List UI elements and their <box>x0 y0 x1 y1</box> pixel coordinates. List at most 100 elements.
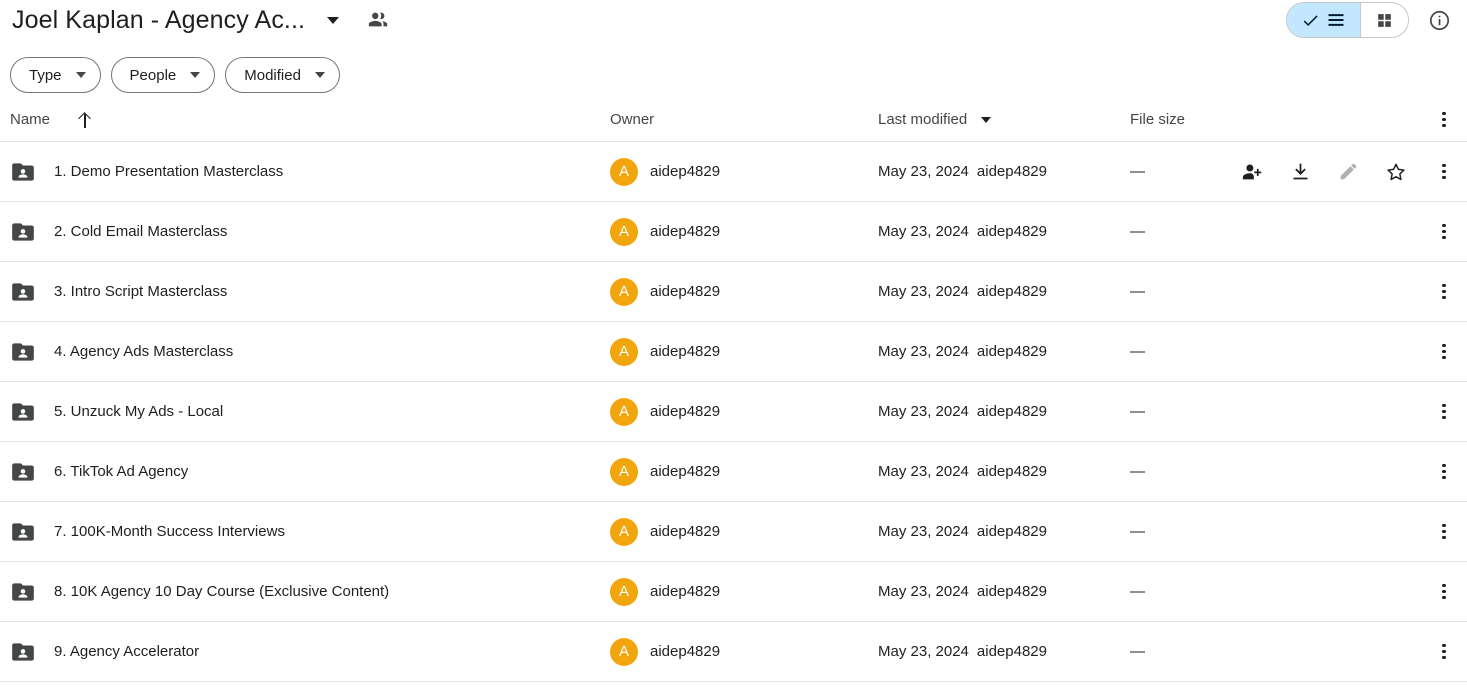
more-vertical-icon[interactable] <box>1429 157 1459 187</box>
kebab-dot <box>1442 223 1446 227</box>
kebab-dot <box>1442 169 1446 174</box>
table-row[interactable]: 4. Agency Ads Masterclass A aidep4829 Ma… <box>0 322 1467 382</box>
file-size-label: — <box>1130 643 1145 660</box>
title-group: Joel Kaplan - Agency Ac... <box>10 3 395 37</box>
more-vertical-icon[interactable] <box>1429 397 1459 427</box>
list-view-icon <box>1328 14 1344 26</box>
more-vertical-icon[interactable] <box>1429 517 1459 547</box>
modified-by-label: aidep4829 <box>976 343 1047 360</box>
table-row[interactable]: 9. Agency Accelerator A aidep4829 May 23… <box>0 622 1467 682</box>
more-vertical-icon[interactable] <box>1429 577 1459 607</box>
cell-last-modified: May 23, 2024 aidep4829 <box>878 223 1130 240</box>
chevron-down-icon[interactable] <box>319 6 347 34</box>
table-row[interactable]: 5. Unzuck My Ads - Local A aidep4829 May… <box>0 382 1467 442</box>
chevron-down-icon <box>75 72 86 78</box>
info-icon[interactable] <box>1421 2 1457 38</box>
modified-date-label: May 23, 2024 <box>878 463 969 480</box>
cell-row-actions <box>1235 577 1467 607</box>
cell-last-modified: May 23, 2024 aidep4829 <box>878 163 1130 180</box>
table-row[interactable]: 7. 100K-Month Success Interviews A aidep… <box>0 502 1467 562</box>
modified-by-label: aidep4829 <box>976 403 1047 420</box>
column-header-last-modified[interactable]: Last modified <box>878 111 1130 128</box>
more-vertical-icon[interactable] <box>1429 337 1459 367</box>
cell-file-name: 6. TikTok Ad Agency <box>10 459 610 485</box>
more-vertical-icon[interactable] <box>1429 277 1459 307</box>
modified-date-label: May 23, 2024 <box>878 403 969 420</box>
column-header-file-size[interactable]: File size <box>1130 111 1235 128</box>
modified-by-label: aidep4829 <box>976 463 1047 480</box>
list-view-button[interactable] <box>1287 3 1360 37</box>
modified-by-label: aidep4829 <box>976 163 1047 180</box>
cell-last-modified: May 23, 2024 aidep4829 <box>878 643 1130 660</box>
grid-view-icon <box>1378 13 1391 27</box>
kebab-dot <box>1442 283 1446 287</box>
top-bar-right-controls <box>1286 0 1457 40</box>
grid-view-button[interactable] <box>1361 3 1408 37</box>
kebab-dot <box>1442 656 1446 660</box>
kebab-dot <box>1442 236 1446 240</box>
cell-row-actions <box>1235 157 1467 187</box>
file-name-label: 8. 10K Agency 10 Day Course (Exclusive C… <box>54 583 390 600</box>
page-title: Joel Kaplan - Agency Ac... <box>12 6 306 34</box>
file-size-label: — <box>1130 223 1145 240</box>
table-row[interactable]: 3. Intro Script Masterclass A aidep4829 … <box>0 262 1467 322</box>
more-vertical-icon[interactable] <box>1429 637 1459 667</box>
table-row[interactable]: 2. Cold Email Masterclass A aidep4829 Ma… <box>0 202 1467 262</box>
kebab-dot <box>1442 163 1446 167</box>
kebab-dot <box>1442 229 1446 234</box>
people-glyph <box>368 12 388 27</box>
avatar: A <box>610 577 638 606</box>
owner-name-label: aidep4829 <box>650 463 721 480</box>
cell-owner: A aidep4829 <box>610 157 878 186</box>
more-vertical-icon[interactable] <box>1429 105 1459 135</box>
owner-name-label: aidep4829 <box>650 163 721 180</box>
cell-file-size: — <box>1130 643 1235 660</box>
share-icon[interactable] <box>1237 157 1267 187</box>
info-glyph <box>1429 10 1449 30</box>
chevron-down-glyph <box>327 16 340 24</box>
people-icon[interactable] <box>361 3 395 37</box>
kebab-dot <box>1442 596 1446 600</box>
download-icon[interactable] <box>1285 157 1315 187</box>
avatar: A <box>610 337 638 366</box>
modified-date-label: May 23, 2024 <box>878 643 969 660</box>
kebab-dot <box>1442 476 1446 480</box>
kebab-dot <box>1442 469 1446 474</box>
kebab-dot <box>1442 289 1446 294</box>
file-name-label: 1. Demo Presentation Masterclass <box>54 163 284 180</box>
chevron-down-icon <box>314 72 325 78</box>
kebab-dot <box>1442 176 1446 180</box>
cell-row-actions <box>1235 337 1467 367</box>
filter-chip-bar: Type People Modified <box>0 40 1467 98</box>
star-icon[interactable] <box>1381 157 1411 187</box>
kebab-dot <box>1442 296 1446 300</box>
cell-file-size: — <box>1130 523 1235 540</box>
table-row[interactable]: 8. 10K Agency 10 Day Course (Exclusive C… <box>0 562 1467 622</box>
modified-by-label: aidep4829 <box>976 223 1047 240</box>
filter-chip-modified-label: Modified <box>244 66 301 84</box>
kebab-dot <box>1442 117 1446 122</box>
avatar: A <box>610 517 638 546</box>
shared-folder-glyph <box>12 462 34 481</box>
cell-last-modified: May 23, 2024 aidep4829 <box>878 463 1130 480</box>
column-header-name[interactable]: Name <box>10 111 610 128</box>
cell-owner: A aidep4829 <box>610 517 878 546</box>
table-row[interactable]: 1. Demo Presentation Masterclass A aidep… <box>0 142 1467 202</box>
triangle-down-icon <box>981 116 992 123</box>
shared-folder-icon <box>10 579 36 605</box>
more-vertical-icon[interactable] <box>1429 217 1459 247</box>
column-header-owner[interactable]: Owner <box>610 111 878 128</box>
avatar: A <box>610 217 638 246</box>
cell-row-actions <box>1235 637 1467 667</box>
cell-row-actions <box>1235 277 1467 307</box>
more-vertical-icon[interactable] <box>1429 457 1459 487</box>
cell-file-size: — <box>1130 163 1235 180</box>
filter-chip-people[interactable]: People <box>110 57 216 93</box>
modified-date-label: May 23, 2024 <box>878 283 969 300</box>
table-row[interactable]: 6. TikTok Ad Agency A aidep4829 May 23, … <box>0 442 1467 502</box>
filter-chip-modified[interactable]: Modified <box>225 57 340 93</box>
column-header-file-size-label: File size <box>1130 111 1186 128</box>
shared-folder-glyph <box>12 162 34 181</box>
cell-file-size: — <box>1130 283 1235 300</box>
filter-chip-type[interactable]: Type <box>10 57 101 93</box>
